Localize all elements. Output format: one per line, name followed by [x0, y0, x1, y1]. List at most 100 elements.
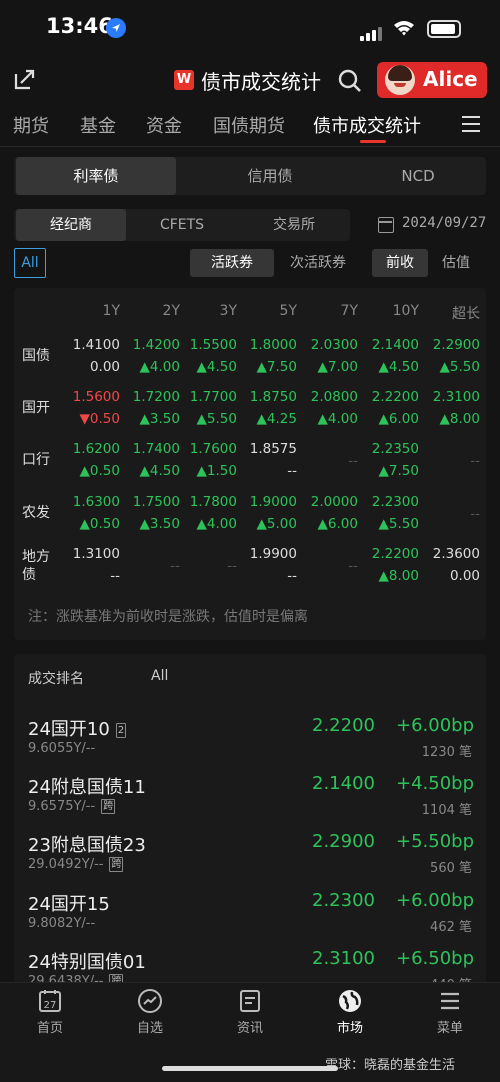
- tab-cfets[interactable]: CFETS: [126, 209, 238, 241]
- grid-change-value[interactable]: --: [235, 568, 297, 584]
- grid-yield-value[interactable]: 1.4100: [58, 337, 120, 353]
- ranking-bond-name[interactable]: 23附息国债23: [28, 831, 146, 857]
- grid-change-value[interactable]: 0.00: [58, 359, 120, 375]
- grid-change-value[interactable]: --: [235, 463, 297, 479]
- grid-yield-value[interactable]: 2.0300: [296, 337, 358, 353]
- grid-change-value[interactable]: ▲4.00: [175, 516, 237, 532]
- grid-yield-value[interactable]: 1.7600: [175, 441, 237, 457]
- grid-yield-value[interactable]: 1.4200: [118, 337, 180, 353]
- ranking-bond-name[interactable]: 24附息国债11: [28, 773, 146, 799]
- search-icon[interactable]: [337, 68, 363, 94]
- tab-rate-bond[interactable]: 利率债: [16, 157, 176, 195]
- ranking-bond-name[interactable]: 24国开10 2: [28, 715, 127, 741]
- grid-yield-value[interactable]: 1.3100: [58, 546, 120, 562]
- grid-yield-value[interactable]: 2.2200: [357, 546, 419, 562]
- grid-yield-value[interactable]: 1.7400: [118, 441, 180, 457]
- menu-icon[interactable]: [462, 116, 480, 132]
- grid-yield-value[interactable]: 1.6300: [58, 494, 120, 510]
- grid-yield-value[interactable]: 2.0800: [296, 389, 358, 405]
- grid-change-value[interactable]: ▲5.50: [357, 516, 419, 532]
- grid-change-value[interactable]: ▲6.00: [296, 516, 358, 532]
- grid-yield-value[interactable]: 1.7800: [175, 494, 237, 510]
- grid-change-value[interactable]: ▲7.50: [357, 463, 419, 479]
- active-bonds-button[interactable]: 活跃券: [190, 249, 274, 277]
- valuation-button[interactable]: 估值: [428, 249, 484, 277]
- nav-home[interactable]: 27 首页: [10, 988, 90, 1036]
- grid-change-value[interactable]: ▲6.00: [357, 411, 419, 427]
- grid-yield-value[interactable]: 1.7500: [118, 494, 180, 510]
- grid-yield-value[interactable]: 2.2900: [418, 337, 480, 353]
- tab-ncd[interactable]: NCD: [350, 157, 486, 195]
- nav-menu[interactable]: 菜单: [410, 988, 490, 1036]
- grid-change-value[interactable]: --: [296, 453, 358, 469]
- grid-yield-value[interactable]: 2.1400: [357, 337, 419, 353]
- grid-change-value[interactable]: ▲5.50: [175, 411, 237, 427]
- share-icon[interactable]: [12, 66, 38, 92]
- grid-change-value[interactable]: ▲5.00: [235, 516, 297, 532]
- grid-change-value[interactable]: ▲4.00: [118, 359, 180, 375]
- grid-yield-value[interactable]: 1.8750: [235, 389, 297, 405]
- grid-yield-value[interactable]: 2.0000: [296, 494, 358, 510]
- nav-news[interactable]: 资讯: [210, 988, 290, 1036]
- grid-change-value[interactable]: 0.00: [418, 568, 480, 584]
- sub-active-bonds-button[interactable]: 次活跃券: [276, 249, 360, 277]
- grid-change-value[interactable]: ▲0.50: [58, 463, 120, 479]
- grid-yield-value[interactable]: 2.3100: [418, 389, 480, 405]
- tab-bond-trading-stats[interactable]: 债市成交统计: [313, 112, 421, 138]
- grid-yield-value[interactable]: 1.6200: [58, 441, 120, 457]
- grid-yield-value[interactable]: 2.2350: [357, 441, 419, 457]
- tab-broker[interactable]: 经纪商: [16, 209, 126, 241]
- grid-change-value[interactable]: ▼0.50: [58, 411, 120, 427]
- grid-change-value[interactable]: ▲4.25: [235, 411, 297, 427]
- grid-change-value[interactable]: --: [296, 558, 358, 574]
- grid-change-value[interactable]: ▲4.50: [118, 463, 180, 479]
- grid-change-value[interactable]: ▲3.50: [118, 516, 180, 532]
- grid-yield-value[interactable]: 1.7700: [175, 389, 237, 405]
- grid-yield-value[interactable]: 1.7200: [118, 389, 180, 405]
- ranking-bond-name[interactable]: 24国开15: [28, 890, 110, 916]
- grid-change-value[interactable]: ▲4.50: [357, 359, 419, 375]
- grid-yield-value[interactable]: 2.3600: [418, 546, 480, 562]
- grid-change-value[interactable]: ▲0.50: [58, 516, 120, 532]
- tab-treasury-futures[interactable]: 国债期货: [213, 112, 285, 138]
- grid-change-value[interactable]: ▲1.50: [175, 463, 237, 479]
- grid-yield-value[interactable]: 1.8000: [235, 337, 297, 353]
- ranking-filter[interactable]: All: [151, 668, 168, 684]
- grid-yield-value[interactable]: 1.8575: [235, 441, 297, 457]
- prev-close-button[interactable]: 前收: [372, 249, 428, 277]
- grid-yield-value[interactable]: 2.2200: [357, 389, 419, 405]
- grid-change-value[interactable]: --: [418, 453, 480, 469]
- grid-change-value[interactable]: --: [418, 506, 480, 522]
- tab-credit-bond[interactable]: 信用债: [190, 157, 350, 195]
- calendar-icon[interactable]: [378, 217, 394, 233]
- tab-funds[interactable]: 基金: [80, 112, 116, 138]
- grid-change-value[interactable]: ▲3.50: [118, 411, 180, 427]
- grid-change-value[interactable]: ▲8.00: [418, 411, 480, 427]
- tab-exchange[interactable]: 交易所: [238, 209, 350, 241]
- nav-market[interactable]: 市场: [310, 988, 390, 1036]
- grid-change-value[interactable]: ▲5.50: [418, 359, 480, 375]
- grid-change-value[interactable]: ▲7.00: [296, 359, 358, 375]
- ranking-bond-name[interactable]: 24特别国债01: [28, 948, 146, 974]
- grid-yield-value[interactable]: 1.5600: [58, 389, 120, 405]
- all-filter-button[interactable]: All: [14, 248, 46, 278]
- nav-watchlist[interactable]: 自选: [110, 988, 190, 1036]
- tab-capital[interactable]: 资金: [146, 112, 182, 138]
- date-selector[interactable]: 2024/09/27: [402, 215, 486, 231]
- grid-change-value[interactable]: --: [175, 558, 237, 574]
- grid-change-value[interactable]: --: [118, 558, 180, 574]
- grid-change-value[interactable]: --: [58, 568, 120, 584]
- grid-yield-value[interactable]: 2.2300: [357, 494, 419, 510]
- tab-futures[interactable]: 期货: [13, 112, 49, 138]
- grid-yield-value[interactable]: 1.9000: [235, 494, 297, 510]
- ranking-bond-yield: 2.1400: [312, 773, 375, 794]
- ranking-trade-count: 1104 笔: [421, 803, 472, 818]
- user-profile-button[interactable]: Alice: [377, 62, 487, 98]
- grid-yield-value[interactable]: 1.5500: [175, 337, 237, 353]
- grid-change-value[interactable]: ▲4.50: [175, 359, 237, 375]
- grid-change-value[interactable]: ▲7.50: [235, 359, 297, 375]
- grid-yield-value[interactable]: 1.9900: [235, 546, 297, 562]
- page-title[interactable]: 债市成交统计: [201, 66, 321, 95]
- grid-change-value[interactable]: ▲8.00: [357, 568, 419, 584]
- grid-change-value[interactable]: ▲4.00: [296, 411, 358, 427]
